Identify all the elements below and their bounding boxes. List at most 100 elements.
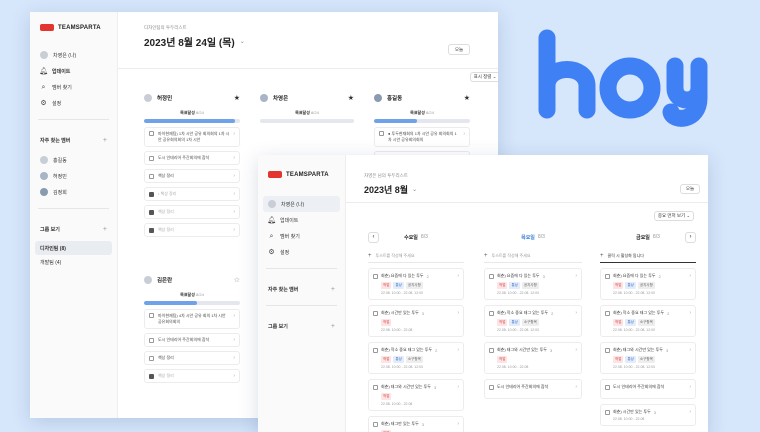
nav-updates[interactable]: 🔔︎ 업데이트 <box>258 212 345 228</box>
task-checkbox[interactable] <box>149 131 154 136</box>
group-item-design[interactable]: 디자인팀 (8) <box>35 241 112 255</box>
chevron-right-icon: › <box>233 355 235 361</box>
add-icon[interactable]: + <box>103 226 107 233</box>
nav-settings[interactable]: ⚙ 설정 <box>258 244 345 260</box>
task-checkbox[interactable] <box>605 310 610 316</box>
todo-card[interactable]: 도시 인테리어 주간회의에 참석 › <box>484 379 582 399</box>
task-checkbox[interactable] <box>489 310 494 316</box>
nav-my-profile[interactable]: 차영은 (나) <box>30 47 117 63</box>
frequent-member[interactable]: 허정민 <box>30 168 117 184</box>
next-day-button[interactable]: › <box>685 231 696 243</box>
task-item[interactable]: 책상 정리 › <box>144 369 240 383</box>
sort-button[interactable]: 중요 먼저 보기 ⌄ <box>654 211 694 221</box>
task-item[interactable]: 마이현재팀) 4차 시안 공유 회의 1차 시안 공유회의회의 › <box>144 309 240 329</box>
todo-card[interactable]: 회춘) 태그와 시간만 있는 투두 3 › 작업 22.08. 10:00 - 22.0… <box>484 342 582 374</box>
nav-updates[interactable]: 🔔︎ 업데이트 <box>30 63 117 79</box>
group-item-dev[interactable]: 개발팀 (4) <box>30 255 117 269</box>
add-icon[interactable]: + <box>103 137 107 144</box>
logo[interactable]: TEAMSPARTA <box>258 155 345 188</box>
member-header[interactable]: 허정민 ★ <box>144 92 240 104</box>
task-item[interactable]: 책상 정리 › <box>144 351 240 365</box>
add-icon[interactable]: + <box>331 286 335 293</box>
nav-find-members[interactable]: ⌕ 멤버 찾기 <box>30 79 117 95</box>
add-todo-row[interactable]: + 클릭 시 활성화 됩니다 <box>600 253 696 263</box>
page-title[interactable]: 2023년 8월 ⌄ <box>346 179 708 196</box>
add-todo-row[interactable]: + 투스트를 작성해 주세요 <box>368 253 464 263</box>
star-icon[interactable]: ★ <box>348 94 354 102</box>
task-item[interactable]: 마이현재팀) 1차 시안 공유 회의회의 1차 시안 공유회의회의 1차 시안 › <box>144 127 240 147</box>
task-checkbox[interactable] <box>373 384 378 390</box>
todo-card[interactable]: 회춘) 요즘에 다 있는 투두 3 › 작업 통상 공지사항 22.08. 10:00 - … <box>484 268 582 300</box>
add-icon[interactable]: + <box>331 323 335 330</box>
card-count: 2 <box>435 347 438 353</box>
nav-my-profile[interactable]: 차영은 (나) <box>263 196 340 212</box>
add-todo-row[interactable]: + 투스트를 작성해 주세요 <box>484 253 582 263</box>
today-button[interactable]: 오늘 <box>680 184 700 194</box>
member-header[interactable]: 차영은 ★ <box>260 92 354 104</box>
logo[interactable]: TEAMSPARTA <box>30 12 117 41</box>
task-checkbox[interactable] <box>149 173 154 179</box>
progress-title: 목표달성 <box>180 110 195 115</box>
task-checkbox[interactable] <box>379 131 384 136</box>
star-outline-icon[interactable]: ☆ <box>234 276 240 284</box>
logo-mark <box>268 171 282 178</box>
task-item[interactable]: 도시 인테리어 주간회의에 참석 › <box>144 151 240 165</box>
tag: 작업 <box>613 282 624 289</box>
sort-button[interactable]: 표시 정렬 ⌄ <box>470 72 498 82</box>
task-checkbox[interactable] <box>373 273 378 279</box>
today-button[interactable]: 오늘 <box>448 44 470 55</box>
task-checkbox[interactable] <box>489 273 494 279</box>
todo-card[interactable]: 회춘) 태그와 시간만 있는 투두 3 › 작업 통상 소구항목 22.08. 10:00 … <box>600 342 696 374</box>
day-column: ‹ 수요일 8/3 + 투스트를 작성해 주세요 회춘) 요즘에 다 있는 투두 2 ›… <box>368 231 464 432</box>
nav-find-members[interactable]: ⌕ 멤버 찾기 <box>258 228 345 244</box>
task-item[interactable]: • 책상 정리 › <box>144 187 240 201</box>
task-item[interactable]: 책상 정리 › <box>144 223 240 237</box>
task-item[interactable]: 도시 인테리어 주간회의에 참석 › <box>144 333 240 347</box>
task-checkbox[interactable] <box>149 191 154 197</box>
task-item[interactable]: 책상 정리 › <box>144 205 240 219</box>
task-checkbox[interactable] <box>149 313 154 318</box>
todo-card[interactable]: 회춘) 작소 중요 태그 있는 투두 2 › 작업 통상 소구항목 22.08. 10:00… <box>368 342 464 374</box>
task-checkbox[interactable] <box>149 373 154 379</box>
sort-label: 표시 정렬 <box>473 74 492 79</box>
task-checkbox[interactable] <box>149 337 154 343</box>
task-checkbox[interactable] <box>489 347 494 353</box>
task-checkbox[interactable] <box>489 384 494 390</box>
day-count: 8/3 <box>652 234 660 240</box>
frequent-member[interactable]: 김정희 <box>30 184 117 200</box>
tag: 소구항목 <box>637 356 655 363</box>
task-checkbox[interactable] <box>149 355 154 361</box>
todo-card[interactable]: 회춘) 요즘에 다 있는 투두 2 › 작업 통상 공지사항 22.08. 10:00 - … <box>600 268 696 300</box>
member-header[interactable]: 홍길동 ★ <box>374 92 470 104</box>
todo-card[interactable]: 회춘) 태그만 있는 투두3›작업 <box>368 416 464 432</box>
task-checkbox[interactable] <box>373 347 378 353</box>
task-item[interactable]: 책상 정리 › <box>144 169 240 183</box>
task-checkbox[interactable] <box>373 310 378 316</box>
nav-settings[interactable]: ⚙ 설정 <box>30 95 117 111</box>
task-checkbox[interactable] <box>605 409 610 415</box>
todo-card[interactable]: 회춘) 작소 중요 태그 있는 투두 2 › 작업 통상 소구항목 22.08. 10:00… <box>484 305 582 337</box>
frequent-member[interactable]: 홍길동 <box>30 152 117 168</box>
todo-card[interactable]: 회춘) 작소 중요 태그 있는 투두 2 › 작업 통상 소구항목 22.08. 10:00… <box>600 305 696 337</box>
todo-card[interactable]: 회춘) 시간만 있는 투두 3 › 22.08. 10:00 - 22.08 <box>600 404 696 426</box>
chevron-right-icon: › <box>233 373 235 379</box>
chevron-right-icon: › <box>575 347 577 353</box>
todo-card[interactable]: 도시 인테리어 주간회의에 참석 › <box>600 379 696 399</box>
task-item[interactable]: ● 투두현재회의 1차 시안 공유 회의회의 1차 시안 공유회의회의 › <box>374 127 470 147</box>
star-icon[interactable]: ★ <box>234 94 240 102</box>
star-icon[interactable]: ★ <box>464 94 470 102</box>
page-title[interactable]: 2023년 8월 24일 (목) ⌄ <box>118 31 498 49</box>
task-checkbox[interactable] <box>149 227 154 233</box>
task-checkbox[interactable] <box>605 384 610 390</box>
task-checkbox[interactable] <box>149 155 154 161</box>
todo-card[interactable]: 회춘) 태그와 시간만 있는 투두 3 › 작업 22.08. 10:00 - 22.0… <box>368 379 464 411</box>
task-checkbox[interactable] <box>605 347 610 353</box>
task-checkbox[interactable] <box>149 209 154 215</box>
progress-label: 목표달성 8/24 <box>144 292 240 298</box>
prev-day-button[interactable]: ‹ <box>368 231 379 243</box>
todo-card[interactable]: 회춘) 요즘에 다 있는 투두 2 › 작업 통상 공지사항 22.08. 10:00 - … <box>368 268 464 300</box>
member-header[interactable]: 김은란 ☆ <box>144 274 240 286</box>
todo-card[interactable]: 회춘) 시간만 있는 투두 3 › 작업 22.08. 10:00 - 22.08 <box>368 305 464 337</box>
task-checkbox[interactable] <box>605 273 610 279</box>
task-checkbox[interactable] <box>373 421 378 427</box>
